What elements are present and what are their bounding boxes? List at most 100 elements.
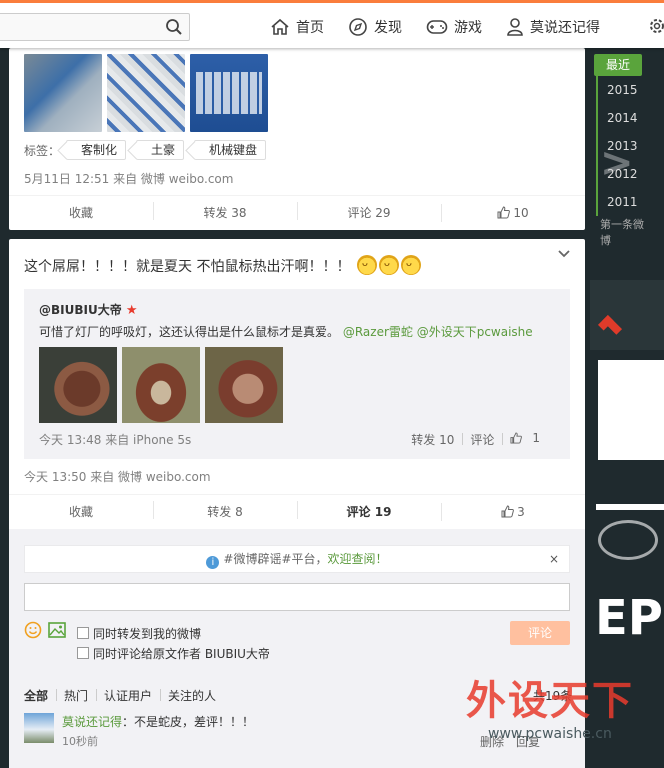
- post-action-bar: 收藏 转发 8 评论 19 3: [9, 494, 585, 528]
- timeline-first-post[interactable]: 第一条微博: [594, 216, 644, 248]
- repost-button[interactable]: 转发 8: [153, 501, 297, 520]
- tag-item[interactable]: 机械键盘: [194, 140, 267, 160]
- timeline-year[interactable]: 2014: [596, 104, 644, 132]
- option-repost-row[interactable]: 同时转发到我的微博: [77, 623, 270, 643]
- doge-emoji-icon: [356, 255, 377, 275]
- notice-link[interactable]: 欢迎查阅！: [328, 552, 388, 566]
- repost-checkbox[interactable]: [77, 627, 89, 639]
- chevron-down-icon[interactable]: [557, 249, 571, 259]
- repost-like-link[interactable]: 1: [502, 431, 556, 448]
- like-button[interactable]: 10: [441, 203, 585, 222]
- watermark-logo: 外设天下: [466, 677, 634, 724]
- avatar[interactable]: [24, 713, 54, 743]
- reposted-weibo: @BIUBIU大帝 ★ 可惜了灯厂的呼吸灯，这还认得出是什么鼠标才是真爱。 @R…: [24, 289, 570, 459]
- comment-input[interactable]: [24, 583, 570, 611]
- image-icon[interactable]: [48, 622, 66, 638]
- filter-hot[interactable]: 热门: [56, 687, 96, 704]
- filter-following[interactable]: 关注的人: [160, 687, 224, 704]
- bg-block: [590, 280, 664, 350]
- image-thumbnails: [24, 54, 268, 132]
- repost-author[interactable]: @BIUBIU大帝 ★: [39, 301, 138, 318]
- tags-label: 标签：: [24, 143, 61, 158]
- nav-games-label: 游戏: [454, 20, 482, 36]
- timeline-year[interactable]: 2013: [596, 132, 644, 160]
- favorite-button[interactable]: 收藏: [9, 204, 153, 221]
- repost-text-plain: 可惜了灯厂的呼吸灯，这还认得出是什么鼠标才是真爱。: [39, 325, 340, 339]
- repost-comment-link[interactable]: 评论: [462, 431, 502, 448]
- filter-verified[interactable]: 认证用户: [96, 687, 160, 704]
- commenter-name[interactable]: 莫说还记得: [62, 715, 122, 729]
- filter-all[interactable]: 全部: [24, 687, 56, 704]
- nav-profile[interactable]: 莫说还记得: [506, 17, 600, 37]
- keyboard-photo-2[interactable]: [107, 54, 185, 132]
- option-comment-author-label: 同时评论给原文作者 BIUBIU大帝: [93, 646, 270, 661]
- repost-mention-links[interactable]: @Razer雷蛇 @外设天下pcwaishe: [343, 325, 533, 339]
- notice-text: #微博辟谣#平台，: [223, 552, 328, 566]
- tag-item[interactable]: 客制化: [66, 140, 127, 160]
- comment-tools: [24, 621, 66, 639]
- repost-image-thumbnails: [39, 347, 283, 423]
- close-icon[interactable]: ×: [549, 546, 559, 572]
- repost-actions: 转发 10 评论 1: [403, 431, 556, 448]
- comment-button[interactable]: 评论 19: [297, 501, 441, 520]
- comment-options: 同时转发到我的微博 同时评论给原文作者 BIUBIU大帝: [77, 623, 270, 663]
- top-navigation-bar: 首页 发现 游戏 莫说还记得: [0, 0, 664, 48]
- thumbs-up-icon: [510, 432, 523, 444]
- like-count: 10: [513, 205, 529, 220]
- nav-profile-label: 莫说还记得: [530, 20, 600, 36]
- post-text: 这个屌屌！！！！就是夏天 不怕鼠标热出汗啊！！！: [24, 255, 421, 276]
- mouse-photo-3[interactable]: [205, 347, 283, 423]
- search-input[interactable]: [0, 14, 149, 40]
- emoji-icon[interactable]: [24, 621, 42, 639]
- repost-button[interactable]: 转发 38: [153, 202, 297, 221]
- main-nav: 首页 发现 游戏 莫说还记得: [270, 15, 624, 39]
- gear-icon[interactable]: [648, 17, 664, 35]
- timeline-recent[interactable]: 最近: [594, 54, 642, 76]
- tag-list: 标签： 客制化 土豪 机械键盘: [24, 140, 276, 160]
- mouse-photo-2[interactable]: [122, 347, 200, 423]
- nav-home[interactable]: 首页: [270, 17, 324, 37]
- watermark-url: www.pcwaishe.cn: [488, 726, 612, 742]
- search-icon[interactable]: [165, 18, 183, 36]
- comment-filters: 全部 热门 认证用户 关注的人: [24, 687, 224, 704]
- repost-meta: 今天 13:48 来自 iPhone 5s: [39, 433, 192, 447]
- home-icon: [271, 18, 289, 35]
- keyboard-photo-1[interactable]: [24, 54, 102, 132]
- gamepad-icon: [426, 20, 448, 34]
- comment-button[interactable]: 评论 29: [297, 202, 441, 221]
- doge-emoji-icon: [378, 255, 399, 275]
- comment-body: 莫说还记得：不是蛇皮，差评！！！: [62, 713, 254, 730]
- bg-circle: [598, 520, 658, 560]
- nav-games[interactable]: 游戏: [426, 17, 482, 37]
- mouse-photo-1[interactable]: [39, 347, 117, 423]
- like-count: 3: [517, 504, 525, 519]
- like-button[interactable]: 3: [441, 502, 585, 521]
- repost-like-count: 1: [532, 431, 540, 445]
- comment-author-checkbox[interactable]: [77, 647, 89, 659]
- thumbs-up-icon: [501, 504, 515, 517]
- send-comment-button[interactable]: 评论: [510, 621, 570, 645]
- nav-discover[interactable]: 发现: [348, 17, 402, 37]
- doge-emoji-icon: [400, 255, 421, 275]
- post-meta: 今天 13:50 来自 微博 weibo.com: [24, 470, 211, 484]
- timeline-year[interactable]: 2012: [596, 160, 644, 188]
- repost-text: 可惜了灯厂的呼吸灯，这还认得出是什么鼠标才是真爱。 @Razer雷蛇 @外设天下…: [39, 323, 533, 340]
- repost-repost-link[interactable]: 转发 10: [403, 431, 462, 448]
- verified-star-icon: ★: [125, 303, 138, 318]
- timeline-year[interactable]: 2015: [596, 76, 644, 104]
- compass-icon: [349, 18, 367, 36]
- post-text-content: 这个屌屌！！！！就是夏天 不怕鼠标热出汗啊！！！: [24, 259, 351, 275]
- weibo-card-keyboard: 标签： 客制化 土豪 机械键盘 5月11日 12:51 来自 微博 weibo.…: [9, 48, 585, 230]
- nav-discover-label: 发现: [374, 20, 402, 36]
- option-comment-author-row[interactable]: 同时评论给原文作者 BIUBIU大帝: [77, 643, 270, 663]
- timeline-year[interactable]: 2011: [596, 188, 644, 216]
- tag-item[interactable]: 土豪: [136, 140, 185, 160]
- option-repost-label: 同时转发到我的微博: [93, 626, 202, 641]
- repost-author-name: @BIUBIU大帝: [39, 303, 122, 317]
- search-box: [0, 13, 190, 41]
- comment-text: ：不是蛇皮，差评！！！: [122, 715, 255, 729]
- favorite-button[interactable]: 收藏: [9, 503, 153, 520]
- nav-home-label: 首页: [296, 20, 324, 36]
- keyboard-photo-3[interactable]: [190, 54, 268, 132]
- post-meta: 5月11日 12:51 来自 微博 weibo.com: [24, 172, 234, 186]
